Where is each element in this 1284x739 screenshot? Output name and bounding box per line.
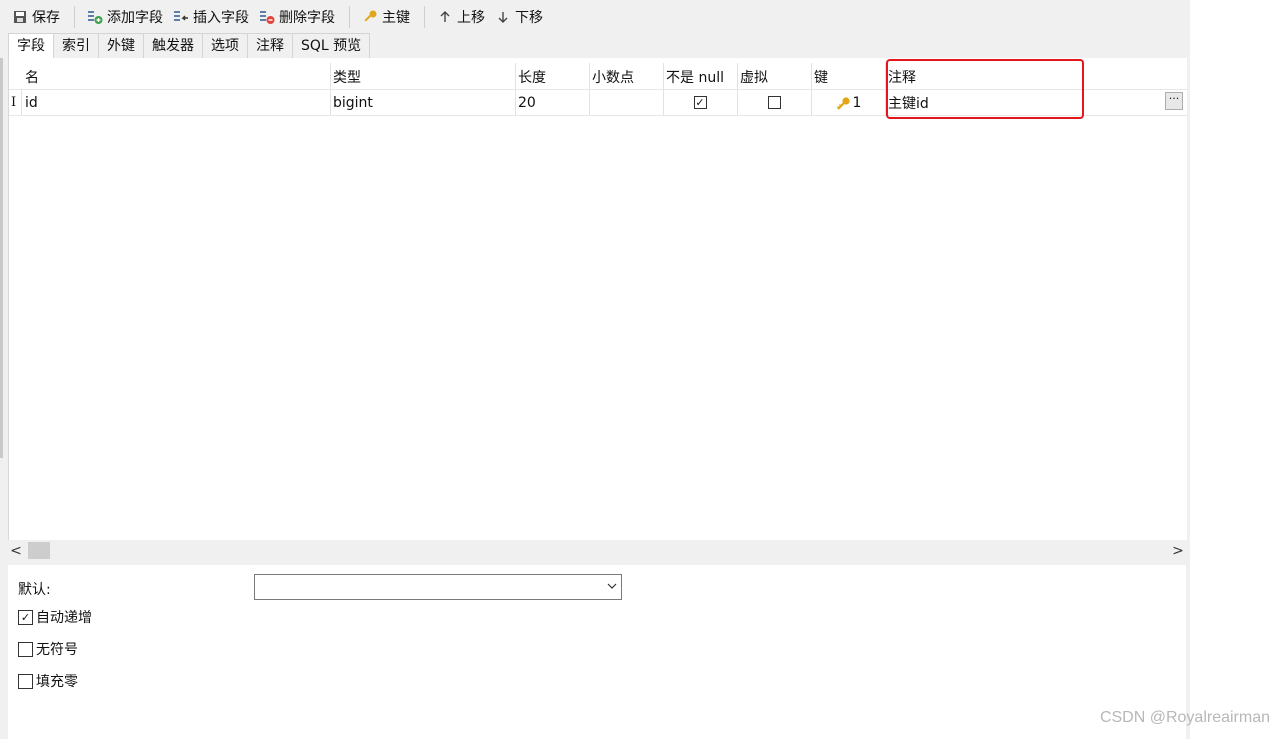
tab-sql-preview[interactable]: SQL 预览 <box>292 33 371 58</box>
unsigned-option[interactable]: 无符号 <box>18 639 78 659</box>
zerofill-option[interactable]: 填充零 <box>18 671 78 691</box>
scroll-thumb[interactable] <box>28 542 50 559</box>
blank-area <box>1190 0 1284 739</box>
row-indicator: I <box>9 90 22 115</box>
delete-field-button[interactable]: 删除字段 <box>255 4 339 30</box>
col-header-key[interactable]: 键 <box>811 63 886 90</box>
tab-bar: 字段 索引 外键 触发器 选项 注释 SQL 预览 <box>8 33 371 59</box>
not-null-checkbox[interactable]: ✓ <box>693 96 707 109</box>
insert-field-button[interactable]: 插入字段 <box>169 4 253 30</box>
chevron-down-icon <box>607 580 617 593</box>
insert-field-icon <box>173 9 189 25</box>
more-button[interactable]: ··· <box>1165 92 1183 110</box>
toolbar-divider <box>74 5 75 28</box>
save-icon <box>12 9 28 25</box>
col-header-length[interactable]: 长度 <box>515 63 590 90</box>
add-field-button[interactable]: 添加字段 <box>83 4 167 30</box>
add-field-label: 添加字段 <box>107 9 163 26</box>
col-header-name[interactable]: 名 <box>22 63 331 90</box>
key-order: 1 <box>852 94 862 111</box>
primary-key-label: 主键 <box>382 9 410 26</box>
col-header-type[interactable]: 类型 <box>330 63 516 90</box>
cell-decimals[interactable] <box>589 90 664 115</box>
cell-not-null[interactable]: ✓ <box>663 90 738 115</box>
delete-field-label: 删除字段 <box>279 9 335 26</box>
unsigned-checkbox[interactable] <box>18 641 33 657</box>
default-select[interactable] <box>254 574 622 600</box>
tab-foreign-keys[interactable]: 外键 <box>98 33 144 58</box>
tab-options[interactable]: 选项 <box>202 33 248 58</box>
col-header-virtual[interactable]: 虚拟 <box>737 63 812 90</box>
zerofill-label: 填充零 <box>36 674 78 690</box>
horizontal-scrollbar[interactable]: < > <box>8 541 1186 560</box>
unsigned-label: 无符号 <box>36 642 78 658</box>
auto-increment-checkbox[interactable]: ✓ <box>18 609 33 625</box>
tab-comment[interactable]: 注释 <box>247 33 293 58</box>
col-header-not-null[interactable]: 不是 null <box>663 63 738 90</box>
scroll-left-icon[interactable]: < <box>8 541 24 560</box>
table-designer: 保存 添加字段 插入字段 删除字段 主键 上移 下移 字段 索引 外键 触发器 … <box>0 0 1190 739</box>
add-field-icon <box>87 9 103 25</box>
delete-field-icon <box>259 9 275 25</box>
insert-field-label: 插入字段 <box>193 9 249 26</box>
arrow-up-icon <box>437 9 453 25</box>
auto-increment-label: 自动递增 <box>36 610 92 626</box>
cell-virtual[interactable] <box>737 90 812 115</box>
move-up-label: 上移 <box>457 9 485 26</box>
auto-increment-option[interactable]: ✓ 自动递增 <box>18 607 92 627</box>
virtual-checkbox[interactable] <box>767 96 781 109</box>
primary-key-button[interactable]: 主键 <box>358 4 414 30</box>
toolbar-divider <box>424 5 425 28</box>
field-properties: 默认: ✓ 自动递增 无符号 填充零 <box>8 565 1186 739</box>
cell-key[interactable]: 1 <box>811 90 886 115</box>
move-up-button[interactable]: 上移 <box>433 4 489 30</box>
move-down-button[interactable]: 下移 <box>491 4 547 30</box>
fields-grid: 名 类型 长度 小数点 不是 null 虚拟 键 注释 I id bigint … <box>8 58 1187 540</box>
toolbar: 保存 添加字段 插入字段 删除字段 主键 上移 下移 <box>0 0 1190 33</box>
col-header-comment[interactable]: 注释 <box>885 63 1185 90</box>
cell-type[interactable]: bigint <box>330 90 516 115</box>
zerofill-checkbox[interactable] <box>18 673 33 689</box>
cell-comment[interactable]: 主键id <box>885 90 1187 115</box>
save-button[interactable]: 保存 <box>8 4 64 30</box>
default-label: 默认: <box>18 582 51 598</box>
arrow-down-icon <box>495 9 511 25</box>
cell-name[interactable]: id <box>22 90 331 115</box>
key-icon <box>835 96 851 110</box>
col-header-decimals[interactable]: 小数点 <box>589 63 664 90</box>
tab-triggers[interactable]: 触发器 <box>143 33 203 58</box>
scroll-right-icon[interactable]: > <box>1170 541 1186 560</box>
table-row[interactable]: I id bigint 20 ✓ 1 主键id ··· <box>9 89 1187 116</box>
move-down-label: 下移 <box>515 9 543 26</box>
toolbar-divider <box>349 5 350 28</box>
watermark: CSDN @Royalreairman <box>1099 709 1270 726</box>
left-edge <box>0 58 3 458</box>
cell-length[interactable]: 20 <box>515 90 590 115</box>
key-icon <box>362 9 378 25</box>
save-label: 保存 <box>32 9 60 26</box>
tab-fields[interactable]: 字段 <box>8 33 54 59</box>
tab-indexes[interactable]: 索引 <box>53 33 99 58</box>
